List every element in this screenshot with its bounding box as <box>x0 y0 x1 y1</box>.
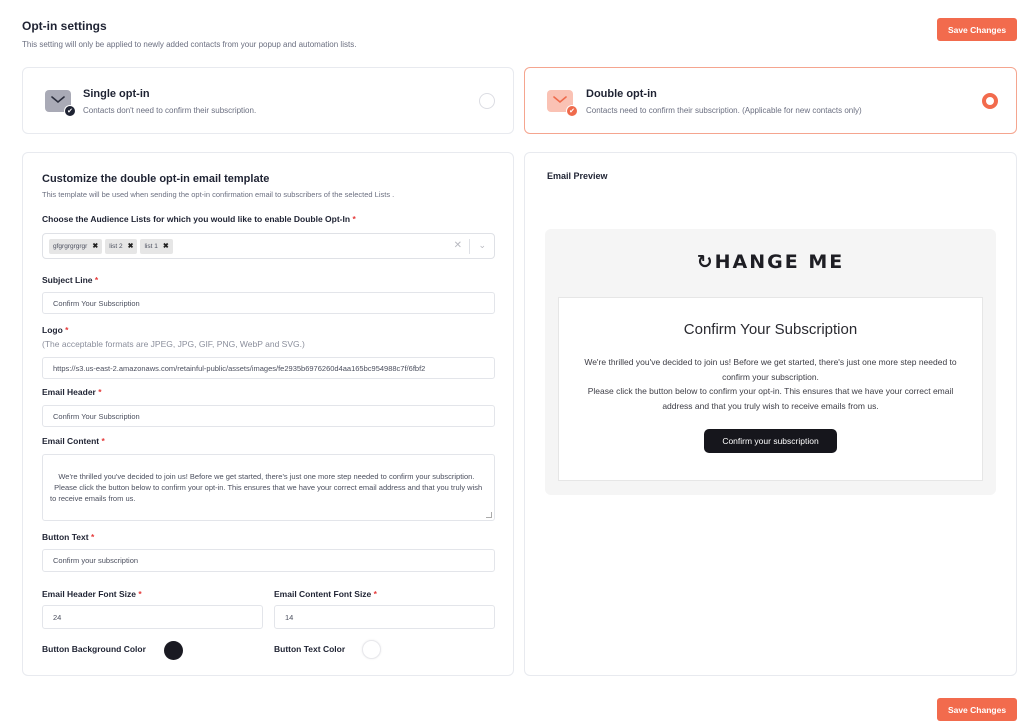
save-changes-button-top[interactable]: Save Changes <box>937 18 1017 41</box>
label-text: Subject Line <box>42 275 93 285</box>
email-preview-header: Confirm Your Subscription <box>683 321 858 338</box>
envelope-check-icon: ✔ <box>45 90 76 117</box>
header-font-size-input[interactable]: 24 <box>42 605 263 629</box>
chevron-down-icon[interactable]: ⌄ <box>478 240 486 251</box>
email-logo: ↻HANGE ME <box>696 251 845 273</box>
page-subtitle: This setting will only be applied to new… <box>22 40 357 49</box>
email-preview-confirm-button: Confirm your subscription <box>704 429 837 453</box>
form-subtitle: This template will be used when sending … <box>42 190 395 199</box>
content-paragraph: Please click the button below to confirm… <box>587 386 954 411</box>
required-marker: * <box>65 325 69 335</box>
button-text-input[interactable]: Confirm your subscription <box>42 549 495 572</box>
option-title: Double opt-in <box>586 88 657 100</box>
tag-label: list 1 <box>144 242 158 250</box>
tag-label: gfgrgrgrgrgr <box>53 242 88 250</box>
header-font-size-label: Email Header Font Size * <box>42 589 142 599</box>
page-title: Opt-in settings <box>22 19 107 33</box>
label-text: Email Header Font Size <box>42 589 136 599</box>
remove-tag-icon[interactable]: ✖ <box>92 242 98 250</box>
select-divider <box>469 239 470 254</box>
logo-format-hint: (The acceptable formats are JPEG, JPG, G… <box>42 339 305 349</box>
audience-lists-label: Choose the Audience Lists for which you … <box>42 214 356 224</box>
email-preview-card: Email Preview ↻HANGE ME Confirm Your Sub… <box>524 152 1017 676</box>
required-marker: * <box>373 589 377 599</box>
label-text: Email Content Font Size <box>274 589 372 599</box>
save-changes-button-bottom[interactable]: Save Changes <box>937 698 1017 721</box>
option-title: Single opt-in <box>83 88 150 100</box>
subject-line-input[interactable]: Confirm Your Subscription <box>42 292 495 314</box>
template-form-card: Customize the double opt-in email templa… <box>22 152 514 676</box>
email-header-label: Email Header * <box>42 387 102 397</box>
single-opt-in-radio[interactable] <box>479 93 495 109</box>
option-description: Contacts need to confirm their subscript… <box>586 106 862 115</box>
list-tag: list 2 ✖ <box>105 238 138 254</box>
list-tag: gfgrgrgrgrgr ✖ <box>49 238 103 254</box>
content-font-size-input[interactable]: 14 <box>274 605 495 629</box>
required-marker: * <box>352 214 356 224</box>
email-header-input[interactable]: Confirm Your Subscription <box>42 405 495 427</box>
required-marker: * <box>90 532 95 542</box>
required-marker: * <box>94 275 99 285</box>
audience-lists-select[interactable]: gfgrgrgrgrgr ✖ list 2 ✖ list 1 ✖ ✕ ⌄ <box>42 233 495 259</box>
clear-all-icon[interactable]: ✕ <box>454 240 462 251</box>
button-text-color-label: Button Text Color <box>274 644 346 654</box>
button-bg-color-swatch[interactable] <box>164 641 183 660</box>
remove-tag-icon[interactable]: ✖ <box>163 242 169 250</box>
logo-url-input[interactable]: https://s3.us-east-2.amazonaws.com/retai… <box>42 357 495 379</box>
double-opt-in-radio[interactable] <box>982 93 998 109</box>
page-header: Opt-in settings This setting will only b… <box>22 19 356 49</box>
button-text-label: Button Text * <box>42 532 94 542</box>
email-content-textarea[interactable]: We're thrilled you've decided to join us… <box>42 454 495 521</box>
option-description: Contacts don't need to confirm their sub… <box>83 106 257 115</box>
label-text: Logo <box>42 325 63 335</box>
tag-label: list 2 <box>109 242 123 250</box>
label-text: Email Content <box>42 436 100 446</box>
button-text-color-swatch[interactable] <box>362 640 381 659</box>
single-opt-in-option[interactable]: ✔ Single opt-in Contacts don't need to c… <box>22 67 514 134</box>
preview-title: Email Preview <box>547 171 608 181</box>
double-check-badge-icon: ✔ <box>566 105 578 117</box>
content-paragraph: We're thrilled you've decided to join us… <box>584 357 957 382</box>
envelope-double-check-icon: ✔ <box>547 90 578 117</box>
label-text: Choose the Audience Lists for which you … <box>42 214 351 224</box>
check-badge-icon: ✔ <box>64 105 76 117</box>
required-marker: * <box>138 589 142 599</box>
button-bg-color-label: Button Background Color <box>42 644 146 654</box>
form-title: Customize the double opt-in email templa… <box>42 173 270 185</box>
content-font-size-label: Email Content Font Size * <box>274 589 377 599</box>
remove-tag-icon[interactable]: ✖ <box>128 242 134 250</box>
double-opt-in-option[interactable]: ✔ Double opt-in Contacts need to confirm… <box>524 67 1017 134</box>
required-marker: * <box>101 436 105 446</box>
logo-label: Logo * <box>42 325 68 335</box>
label-text: Email Header <box>42 387 96 397</box>
textarea-value: We're thrilled you've decided to join us… <box>50 472 483 503</box>
label-text: Button Text <box>42 532 89 542</box>
email-content-label: Email Content * <box>42 436 105 446</box>
list-tag: list 1 ✖ <box>140 238 173 254</box>
resize-handle[interactable] <box>486 512 492 518</box>
email-body: Confirm Your Subscription We're thrilled… <box>558 297 983 481</box>
required-marker: * <box>98 387 102 397</box>
email-preview: ↻HANGE ME Confirm Your Subscription We'r… <box>545 229 996 495</box>
subject-line-label: Subject Line * <box>42 275 98 285</box>
email-preview-content: We're thrilled you've decided to join us… <box>579 355 962 413</box>
